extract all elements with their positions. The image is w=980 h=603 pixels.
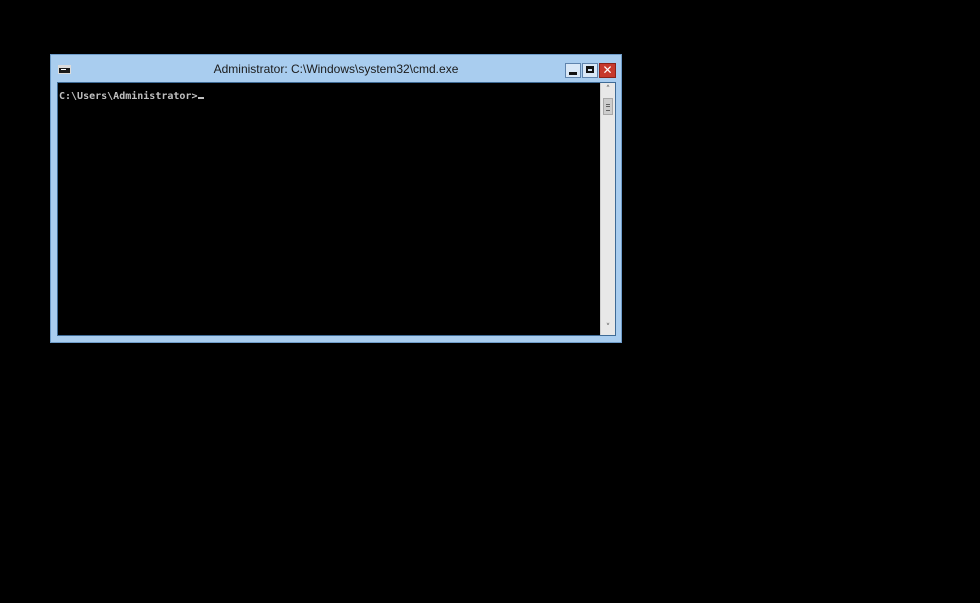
caption-buttons: ✕	[564, 63, 616, 78]
minimize-icon	[569, 72, 577, 75]
console-area[interactable]: C:\Users\Administrator> ˄ ˅	[57, 82, 616, 336]
text-cursor	[198, 97, 205, 99]
console-output[interactable]: C:\Users\Administrator>	[59, 91, 205, 103]
window-title: Administrator: C:\Windows\system32\cmd.e…	[213, 62, 459, 76]
close-button[interactable]: ✕	[599, 63, 616, 78]
scroll-up-button[interactable]: ˄	[601, 83, 615, 97]
maximize-button[interactable]	[582, 63, 598, 78]
maximize-icon	[586, 66, 594, 73]
close-icon: ✕	[602, 63, 613, 77]
cmd-window[interactable]: Administrator: C:\Windows\system32\cmd.e…	[50, 54, 622, 343]
scroll-thumb[interactable]	[603, 98, 613, 115]
vertical-scrollbar[interactable]: ˄ ˅	[600, 83, 615, 335]
title-bar[interactable]: Administrator: C:\Windows\system32\cmd.e…	[51, 55, 621, 81]
scroll-down-button[interactable]: ˅	[601, 321, 615, 335]
minimize-button[interactable]	[565, 63, 581, 78]
desktop-background: Administrator: C:\Windows\system32\cmd.e…	[0, 0, 980, 603]
command-prompt: C:\Users\Administrator>	[59, 91, 198, 102]
